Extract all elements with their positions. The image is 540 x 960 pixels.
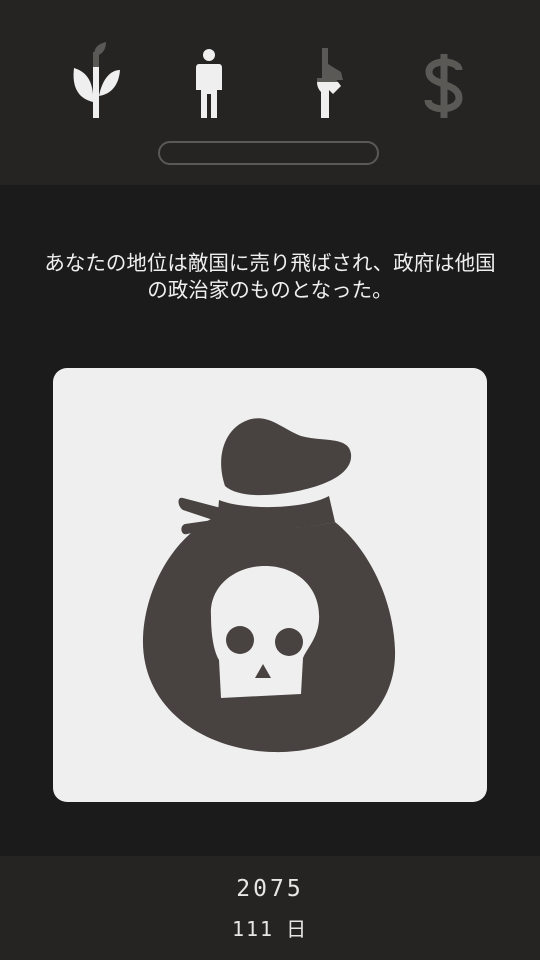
days-counter: 111 日 bbox=[0, 913, 540, 942]
event-card[interactable] bbox=[53, 368, 487, 802]
dollar-icon bbox=[424, 54, 463, 118]
skull-money-bag-icon bbox=[142, 418, 396, 753]
plant-icon bbox=[73, 42, 120, 118]
days-value: 111 bbox=[231, 917, 275, 941]
progress-bar bbox=[158, 141, 379, 165]
money-stat bbox=[414, 42, 474, 122]
days-unit: 日 bbox=[286, 917, 309, 941]
rifle-icon bbox=[317, 48, 343, 118]
army-stat bbox=[297, 42, 357, 122]
people-stat bbox=[178, 42, 238, 122]
stats-bar bbox=[0, 0, 540, 185]
religion-stat bbox=[66, 42, 126, 122]
event-message: あなたの地位は敵国に売り飛ばされ、政府は他国の政治家のものとなった。 bbox=[44, 251, 496, 302]
date-bar bbox=[0, 856, 540, 960]
year-label: 2075 bbox=[236, 876, 304, 902]
person-icon bbox=[196, 49, 222, 118]
